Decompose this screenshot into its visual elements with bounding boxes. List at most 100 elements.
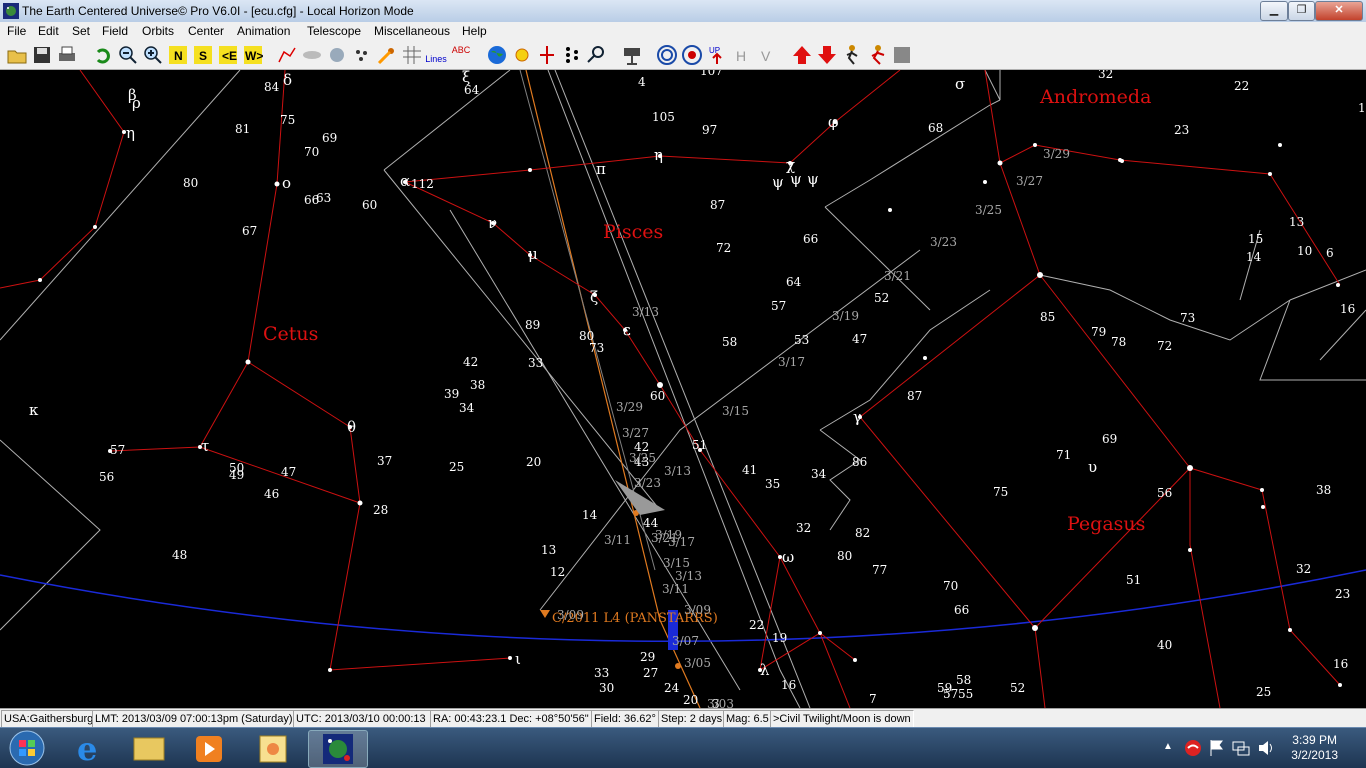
sky-chart[interactable]: C/2011 L4 (PANSTARRS) Andromeda Pisces C… (0, 70, 1366, 708)
svg-text:57: 57 (771, 299, 786, 313)
zoom-in-icon[interactable] (142, 44, 164, 66)
telescope-icon[interactable] (621, 44, 643, 66)
open-icon[interactable] (6, 44, 28, 66)
menu-help[interactable]: Help (462, 24, 487, 38)
stars-icon[interactable] (561, 44, 583, 66)
file-explorer-icon[interactable] (120, 730, 178, 766)
print-icon[interactable] (56, 44, 78, 66)
zoom-out-icon[interactable] (117, 44, 139, 66)
svg-text:34: 34 (459, 401, 475, 415)
grid-icon[interactable] (401, 44, 423, 66)
menu-orbits[interactable]: Orbits (142, 24, 174, 38)
svg-text:56: 56 (1157, 486, 1172, 500)
horizon-icon[interactable] (536, 44, 558, 66)
show-hidden-icons-icon[interactable]: ▲ (1163, 741, 1173, 752)
up-icon[interactable]: UP (706, 44, 728, 66)
flag-icon[interactable] (1209, 739, 1225, 757)
sun-icon[interactable] (511, 44, 533, 66)
galaxy-icon[interactable] (301, 44, 323, 66)
menu-field[interactable]: Field (102, 24, 128, 38)
comet-icon[interactable] (376, 44, 398, 66)
svg-text:6: 6 (1326, 246, 1334, 260)
south-icon[interactable]: S (192, 44, 214, 66)
svg-text:20: 20 (526, 455, 541, 469)
nebula-icon[interactable] (326, 44, 348, 66)
svg-text:41: 41 (742, 463, 757, 477)
svg-text:38: 38 (470, 378, 485, 392)
svg-text:80: 80 (837, 549, 852, 563)
svg-text:14: 14 (1246, 250, 1262, 264)
minimize-button[interactable]: ▁ (1260, 1, 1288, 21)
menu-animation[interactable]: Animation (237, 24, 290, 38)
status-bar: USA:Gaithersburg LMT: 2013/03/09 07:00:1… (0, 708, 1366, 728)
system-clock[interactable]: 3:39 PM 3/2/2013 (1291, 733, 1338, 763)
target-red-icon[interactable] (681, 44, 703, 66)
svg-text:32: 32 (1098, 70, 1113, 81)
constellation-lines-icon[interactable] (276, 44, 298, 66)
north-icon[interactable]: N (167, 44, 189, 66)
east-icon[interactable]: <E (217, 44, 239, 66)
paint-icon[interactable] (244, 730, 302, 766)
svg-text:47: 47 (852, 332, 867, 346)
star-cluster-icon[interactable] (351, 44, 373, 66)
ecu-app-button[interactable] (308, 730, 368, 768)
svg-text:67: 67 (242, 224, 257, 238)
close-button[interactable]: ✕ (1315, 1, 1363, 21)
svg-text:87: 87 (907, 389, 922, 403)
start-orb-icon[interactable] (3, 728, 51, 768)
menu-set[interactable]: Set (72, 24, 90, 38)
svg-text:3/17: 3/17 (668, 535, 695, 549)
run-fast-icon[interactable] (866, 44, 888, 66)
run-icon[interactable] (841, 44, 863, 66)
undo-icon[interactable] (92, 44, 114, 66)
menu-edit[interactable]: Edit (38, 24, 59, 38)
svg-text:22: 22 (749, 618, 764, 632)
svg-text:33: 33 (528, 356, 543, 370)
svg-text:34: 34 (811, 467, 827, 481)
title-bar[interactable]: The Earth Centered Universe© Pro V6.0I -… (0, 0, 1366, 23)
v-icon[interactable]: V (756, 44, 778, 66)
constellation-andromeda: Andromeda (1039, 86, 1151, 108)
security-icon[interactable] (1184, 739, 1202, 757)
svg-text:N: N (174, 49, 183, 63)
lines-button[interactable]: Lines (425, 44, 447, 66)
h-icon[interactable]: H (731, 44, 753, 66)
svg-text:75: 75 (993, 485, 1008, 499)
restore-button[interactable]: ❐ (1288, 1, 1315, 21)
svg-text:77: 77 (872, 563, 887, 577)
svg-text:32: 32 (796, 521, 811, 535)
menu-center[interactable]: Center (188, 24, 224, 38)
find-icon[interactable] (586, 44, 608, 66)
down-arrow-icon[interactable] (816, 44, 838, 66)
svg-text:<E: <E (222, 49, 237, 63)
svg-text:107: 107 (700, 70, 723, 78)
network-icon[interactable] (1232, 739, 1250, 757)
svg-text:3/11: 3/11 (604, 533, 631, 547)
media-player-icon[interactable] (180, 730, 238, 766)
star-label: τ (201, 437, 209, 455)
minimize-icon: ▁ (1269, 4, 1279, 16)
svg-text:37: 37 (377, 454, 392, 468)
internet-explorer-icon[interactable]: e (60, 730, 118, 766)
up-arrow-icon[interactable] (791, 44, 813, 66)
svg-text:3/29: 3/29 (616, 400, 643, 414)
menu-file[interactable]: File (7, 24, 26, 38)
svg-text:72: 72 (716, 241, 731, 255)
close-icon: ✕ (1334, 4, 1344, 16)
menu-telescope[interactable]: Telescope (307, 24, 361, 38)
volume-icon[interactable] (1257, 739, 1275, 757)
save-icon[interactable] (31, 44, 53, 66)
labels-button[interactable]: ABC (450, 44, 472, 66)
svg-text:73: 73 (1180, 311, 1195, 325)
svg-text:80: 80 (183, 176, 198, 190)
earth-icon[interactable] (486, 44, 508, 66)
svg-text:22: 22 (1234, 79, 1249, 93)
svg-text:20: 20 (683, 693, 698, 707)
star-label: ι (515, 650, 521, 668)
stop-icon[interactable] (891, 44, 913, 66)
west-icon[interactable]: W> (242, 44, 264, 66)
target-icon[interactable] (656, 44, 678, 66)
status-utc: UTC: 2013/03/10 00:00:13 (293, 710, 431, 728)
menu-miscellaneous[interactable]: Miscellaneous (374, 24, 450, 38)
star-label: ζ (590, 288, 598, 306)
